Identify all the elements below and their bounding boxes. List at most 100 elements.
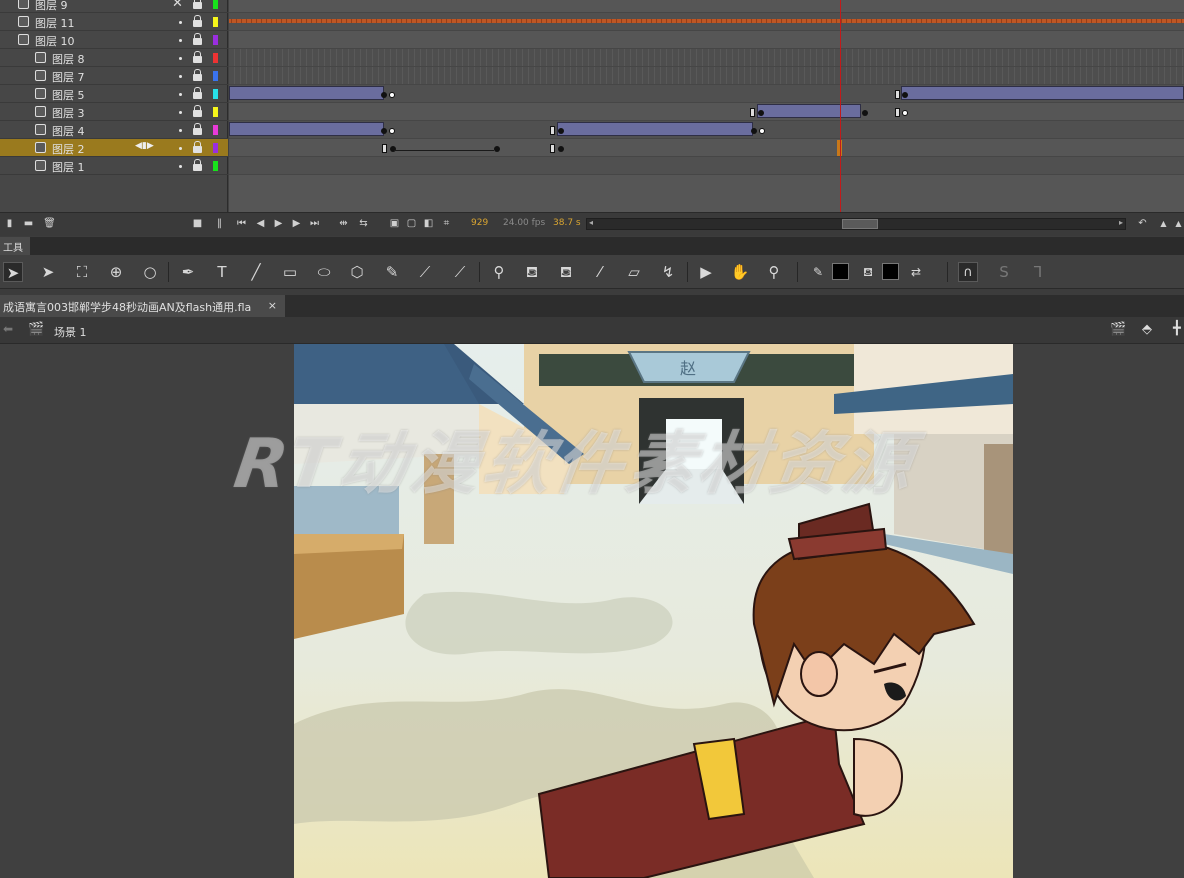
- layer-name[interactable]: 图层 1: [52, 159, 85, 175]
- width-tool-icon[interactable]: ↯: [658, 262, 678, 282]
- frame-row[interactable]: [229, 157, 1184, 175]
- tools-panel-title[interactable]: 工具: [0, 237, 30, 255]
- layer-color-swatch[interactable]: [213, 0, 218, 9]
- paint-bucket-tool-icon[interactable]: ⛾: [522, 262, 542, 282]
- zoom-in-frames-icon[interactable]: ▲: [1157, 218, 1170, 230]
- visibility-dot-icon[interactable]: [179, 57, 182, 60]
- playhead[interactable]: [840, 0, 841, 212]
- layer-row[interactable]: 图层 11: [0, 13, 228, 31]
- snap-magnet-icon[interactable]: ∩: [958, 262, 978, 282]
- keyframe[interactable]: [902, 92, 908, 98]
- lock-icon[interactable]: [193, 87, 202, 100]
- lock-icon[interactable]: [193, 15, 202, 28]
- keyframe[interactable]: [862, 110, 868, 116]
- tween-span[interactable]: [901, 86, 1184, 100]
- brush-tool-icon[interactable]: ⟋: [450, 262, 470, 282]
- hide-icon[interactable]: ✕: [172, 0, 183, 11]
- lock-icon[interactable]: [193, 51, 202, 64]
- 3d-rotation-tool-icon[interactable]: ⊕: [106, 262, 126, 282]
- elapsed-time[interactable]: 38.7 s: [553, 218, 581, 228]
- layer-color-swatch[interactable]: [213, 161, 218, 171]
- next-frame-icon[interactable]: ▶: [290, 218, 303, 230]
- stroke-color-icon[interactable]: ✎: [808, 262, 828, 282]
- current-frame[interactable]: 929: [471, 218, 488, 228]
- tween-span[interactable]: [557, 122, 753, 136]
- onion-skin-icon[interactable]: ▣: [388, 218, 401, 230]
- edit-symbols-icon[interactable]: ⬘: [1142, 322, 1152, 337]
- empty-keyframe[interactable]: [759, 128, 765, 134]
- layer-row[interactable]: 图层 5: [0, 85, 228, 103]
- edit-scene-icon[interactable]: 🎬: [1110, 322, 1126, 337]
- tween-span[interactable]: [229, 86, 384, 100]
- lock-icon[interactable]: [193, 33, 202, 46]
- tween-span[interactable]: [757, 104, 861, 118]
- visibility-dot-icon[interactable]: [179, 75, 182, 78]
- fit-frames-icon[interactable]: ↶: [1136, 218, 1149, 230]
- layer-name[interactable]: 图层 11: [35, 15, 75, 31]
- layer-row[interactable]: 图层 8: [0, 49, 228, 67]
- delete-layer-icon[interactable]: 🗑: [43, 218, 56, 230]
- pencil-tool-icon[interactable]: ✎: [382, 262, 402, 282]
- new-folder-icon[interactable]: ▬: [22, 218, 35, 230]
- layer-row[interactable]: 图层 3: [0, 103, 228, 121]
- smooth-icon[interactable]: S: [994, 262, 1014, 282]
- tween-span[interactable]: [229, 122, 384, 136]
- scene-label[interactable]: 场景 1: [54, 324, 87, 340]
- frame-row[interactable]: [229, 0, 1184, 13]
- timeline-scrollbar[interactable]: ◂ ▸: [586, 218, 1126, 230]
- paint-brush-tool-icon[interactable]: ⟋: [415, 262, 435, 282]
- layer-row[interactable]: 图层 10: [0, 31, 228, 49]
- subselection-tool-icon[interactable]: ➤: [38, 262, 58, 282]
- document-tab[interactable]: 成语寓言003邯郸学步48秒动画AN及flash通用.fla ×: [0, 295, 285, 317]
- layer-color-swatch[interactable]: [213, 89, 218, 99]
- modify-markers-icon[interactable]: ⌗: [440, 218, 453, 230]
- layer-name[interactable]: 图层 10: [35, 33, 75, 49]
- scroll-thumb[interactable]: [842, 219, 878, 229]
- lock-icon[interactable]: [193, 159, 202, 172]
- keyframe[interactable]: [381, 128, 387, 134]
- lock-icon[interactable]: [193, 123, 202, 136]
- layer-row[interactable]: 图层 7: [0, 67, 228, 85]
- frame-row[interactable]: [229, 103, 1184, 121]
- fill-color-swatch[interactable]: [882, 263, 899, 280]
- layer-row[interactable]: 图层 2 ◀▮▶: [0, 139, 228, 157]
- layer-row[interactable]: 图层 9 ✕: [0, 0, 228, 13]
- lock-icon[interactable]: [193, 105, 202, 118]
- frame-row[interactable]: [229, 67, 1184, 85]
- pen-tool-icon[interactable]: ✒: [178, 262, 198, 282]
- edit-multiple-icon[interactable]: ◧: [422, 218, 435, 230]
- visibility-dot-icon[interactable]: [179, 21, 182, 24]
- last-frame-icon[interactable]: ⏭: [308, 218, 321, 230]
- scroll-right-icon[interactable]: ▸: [1119, 218, 1123, 227]
- layer-color-swatch[interactable]: [213, 35, 218, 45]
- lock-icon[interactable]: [193, 0, 202, 10]
- rectangle-tool-icon[interactable]: ▭: [280, 262, 300, 282]
- fill-color-icon[interactable]: ⛾: [858, 262, 878, 282]
- lock-icon[interactable]: [193, 69, 202, 82]
- hand-tool-icon[interactable]: ✋: [730, 262, 750, 282]
- visibility-dot-icon[interactable]: [179, 165, 182, 168]
- layer-color-swatch[interactable]: [213, 53, 218, 63]
- oval-tool-icon[interactable]: ⬭: [314, 262, 334, 282]
- align-icon[interactable]: ╋: [1173, 321, 1181, 336]
- layer-name[interactable]: 图层 3: [52, 105, 85, 121]
- layer-color-swatch[interactable]: [213, 143, 218, 153]
- prev-frame-icon[interactable]: ◀: [254, 218, 267, 230]
- visibility-dot-icon[interactable]: [179, 129, 182, 132]
- visibility-dot-icon[interactable]: [179, 111, 182, 114]
- text-tool-icon[interactable]: T: [212, 262, 232, 282]
- keyframe-nav-icon[interactable]: ◀▮▶: [135, 141, 154, 151]
- free-transform-tool-icon[interactable]: ⛶: [72, 262, 92, 282]
- onion-outline-icon[interactable]: ▢: [405, 218, 418, 230]
- loop-icon[interactable]: ⇆: [357, 218, 370, 230]
- new-layer-icon[interactable]: ▮: [3, 218, 16, 230]
- straighten-icon[interactable]: Ꞁ: [1028, 262, 1048, 282]
- visibility-dot-icon[interactable]: [179, 93, 182, 96]
- layer-depth-icon[interactable]: ‖: [213, 218, 226, 230]
- close-icon[interactable]: ×: [268, 299, 277, 312]
- scroll-left-icon[interactable]: ◂: [589, 218, 593, 227]
- polystar-tool-icon[interactable]: ⬡: [347, 262, 367, 282]
- frame-grid[interactable]: [229, 0, 1184, 212]
- camera-tool-icon[interactable]: ▶: [696, 262, 716, 282]
- layer-name[interactable]: 图层 5: [52, 87, 85, 103]
